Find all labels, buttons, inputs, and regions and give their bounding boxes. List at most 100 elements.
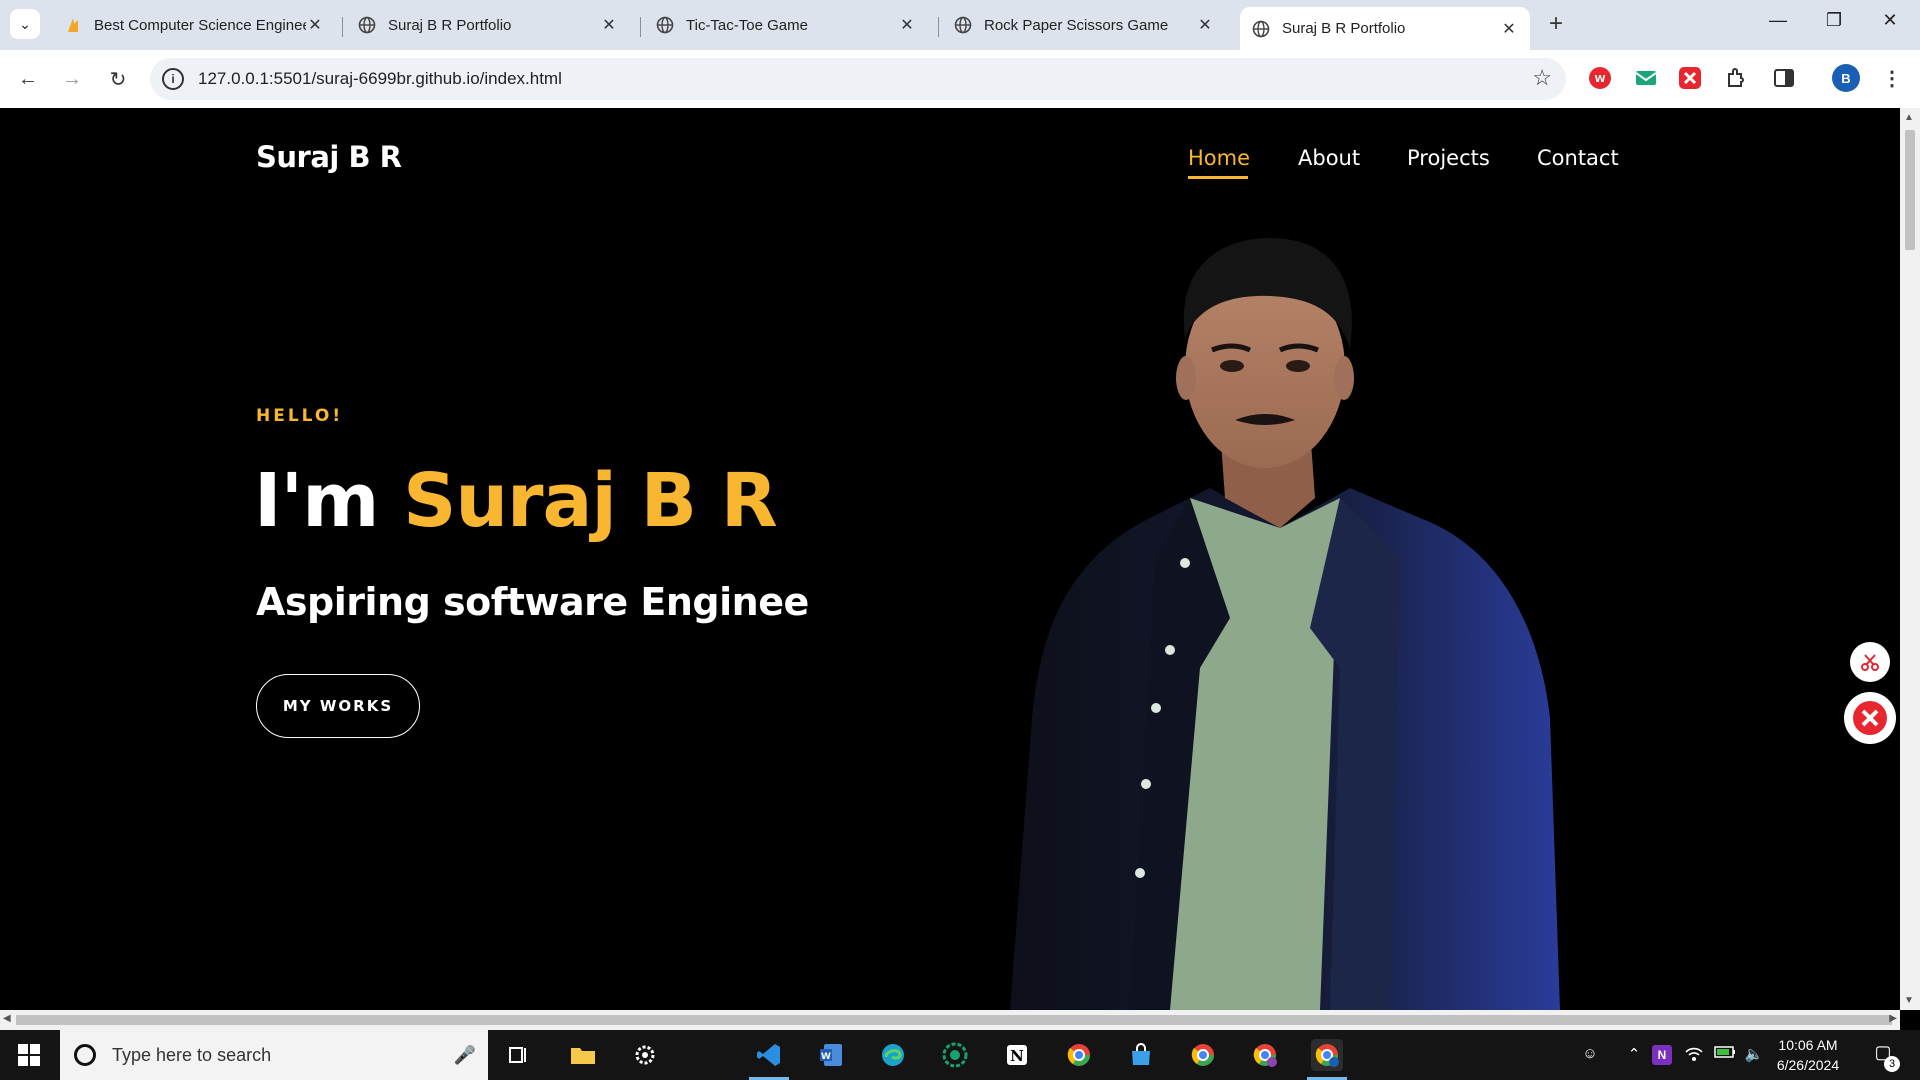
restore-icon[interactable]: ❐ xyxy=(1814,10,1854,31)
task-view-icon[interactable] xyxy=(503,1039,535,1071)
site-info-icon[interactable]: i xyxy=(162,68,184,90)
tab-separator xyxy=(938,17,939,37)
notion-icon[interactable]: N xyxy=(1001,1039,1033,1071)
chrome-profile-b-icon[interactable] xyxy=(1311,1039,1343,1071)
site-logo[interactable]: Suraj B R xyxy=(256,140,402,174)
puzzle-extensions-icon[interactable] xyxy=(1722,64,1750,92)
speaker-icon[interactable]: 🔈 xyxy=(1744,1045,1764,1065)
settings-gear-icon[interactable] xyxy=(629,1039,661,1071)
nav-home[interactable]: Home xyxy=(1188,146,1250,170)
tab-suraj-portfolio-active[interactable]: Suraj B R Portfolio ✕ xyxy=(1240,7,1530,50)
scroll-left-arrow-icon[interactable]: ◀ xyxy=(3,1013,11,1024)
window-close-icon[interactable]: ✕ xyxy=(1870,10,1910,31)
word-icon[interactable]: W xyxy=(815,1039,847,1071)
sidebar-panel-icon[interactable] xyxy=(1770,64,1798,92)
chrome-icon[interactable] xyxy=(1187,1039,1219,1071)
horizontal-scroll-thumb[interactable] xyxy=(16,1015,1892,1025)
headline-name: Suraj B R xyxy=(403,458,778,544)
microphone-icon[interactable]: 🎤 xyxy=(450,1045,480,1066)
notification-badge: 3 xyxy=(1884,1056,1900,1072)
svg-text:W: W xyxy=(821,1052,831,1062)
browser-toolbar: ← → ↻ i 127.0.0.1:5501/suraj-6699br.gith… xyxy=(0,50,1920,108)
profile-avatar[interactable]: B xyxy=(1832,64,1860,92)
scroll-down-arrow-icon[interactable]: ▼ xyxy=(1904,995,1914,1006)
minimize-icon[interactable]: — xyxy=(1758,10,1798,31)
clock-time: 10:06 AM xyxy=(1778,1037,1838,1053)
search-placeholder[interactable]: Type here to search xyxy=(112,1045,450,1066)
notification-center-icon[interactable]: ▢ 3 xyxy=(1868,1042,1900,1072)
profile-photo xyxy=(1010,238,1560,1010)
flame-favicon-icon xyxy=(64,16,82,34)
reload-icon[interactable]: ↻ xyxy=(102,63,134,95)
more-menu-icon[interactable]: ⋮ xyxy=(1878,64,1906,92)
chrome-profile-r-icon[interactable] xyxy=(1063,1039,1095,1071)
onenote-icon[interactable]: N xyxy=(1652,1045,1672,1065)
scissors-tool-button[interactable] xyxy=(1850,642,1890,682)
portfolio-page: Suraj B R Home About Projects Contact HE… xyxy=(0,108,1920,1010)
scroll-right-arrow-icon[interactable]: ▶ xyxy=(1889,1013,1897,1024)
close-icon[interactable]: ✕ xyxy=(898,15,916,35)
chevron-up-icon[interactable]: ⌃ xyxy=(1624,1045,1644,1065)
vertical-scrollbar[interactable]: ▲ ▼ xyxy=(1900,108,1920,1010)
nav-about[interactable]: About xyxy=(1298,146,1360,170)
close-icon[interactable]: ✕ xyxy=(600,15,618,35)
tab-suraj-portfolio[interactable]: Suraj B R Portfolio ✕ xyxy=(346,7,630,43)
xmind-extension-icon[interactable] xyxy=(1676,64,1704,92)
tab-search-button[interactable]: ⌄ xyxy=(10,9,40,39)
svg-text:N: N xyxy=(1010,1047,1024,1065)
address-bar[interactable]: i 127.0.0.1:5501/suraj-6699br.github.io/… xyxy=(150,58,1566,100)
windows-logo-icon xyxy=(18,1044,40,1066)
my-works-button[interactable]: MY WORKS xyxy=(256,674,420,738)
hero-subtitle: Aspiring software Enginee xyxy=(256,580,809,624)
tab-separator xyxy=(640,17,641,37)
horizontal-scrollbar[interactable]: ◀ ▶ xyxy=(0,1010,1900,1030)
close-icon[interactable]: ✕ xyxy=(306,15,324,35)
taskbar-search[interactable]: Type here to search 🎤 xyxy=(60,1030,488,1080)
cortana-icon xyxy=(74,1044,96,1066)
globe-icon xyxy=(656,16,674,34)
scissors-icon xyxy=(1861,654,1879,671)
scroll-up-arrow-icon[interactable]: ▲ xyxy=(1904,112,1914,123)
close-icon[interactable]: ✕ xyxy=(1196,15,1214,35)
bookmark-star-icon[interactable]: ☆ xyxy=(1532,65,1552,91)
tab-rock-paper-scissors[interactable]: Rock Paper Scissors Game ✕ xyxy=(942,7,1226,43)
file-explorer-icon[interactable] xyxy=(567,1039,599,1071)
address-url[interactable]: 127.0.0.1:5501/suraj-6699br.github.io/in… xyxy=(198,69,562,89)
mail-extension-icon[interactable] xyxy=(1632,64,1660,92)
nav-contact[interactable]: Contact xyxy=(1537,146,1619,170)
browser-chrome: ⌄ Best Computer Science Enginee ✕ Suraj … xyxy=(0,0,1920,108)
back-icon[interactable]: ← xyxy=(12,63,44,95)
hero-greeting: HELLO! xyxy=(256,406,344,426)
vscode-icon[interactable] xyxy=(753,1039,785,1071)
start-button[interactable] xyxy=(0,1030,58,1080)
hero-headline: I'm Suraj B R xyxy=(254,458,778,544)
forward-icon[interactable]: → xyxy=(56,63,88,95)
new-tab-button[interactable]: + xyxy=(1542,11,1570,39)
tab-title: Suraj B R Portfolio xyxy=(388,16,512,34)
tab-separator xyxy=(342,17,343,37)
tab-strip: ⌄ Best Computer Science Enginee ✕ Suraj … xyxy=(0,0,1920,50)
taskbar-clock[interactable]: 10:06 AM 6/26/2024 xyxy=(1768,1035,1848,1075)
tab-title: Suraj B R Portfolio xyxy=(1282,20,1406,37)
edge-icon[interactable] xyxy=(877,1039,909,1071)
nav-projects[interactable]: Projects xyxy=(1407,146,1490,170)
people-icon[interactable]: ☺ xyxy=(1580,1045,1600,1065)
windows-taskbar: Type here to search 🎤 W N ☺ ⌃ N 🔈 10:06 … xyxy=(0,1030,1920,1080)
xmind-floating-button[interactable] xyxy=(1844,692,1896,744)
battery-icon[interactable] xyxy=(1714,1045,1735,1065)
wps-extension-icon[interactable]: W xyxy=(1586,64,1614,92)
clock-date: 6/26/2024 xyxy=(1776,1057,1840,1073)
nav-active-underline xyxy=(1188,176,1248,179)
tab-tic-tac-toe[interactable]: Tic-Tac-Toe Game ✕ xyxy=(644,7,928,43)
tab-best-computer-science[interactable]: Best Computer Science Enginee ✕ xyxy=(52,7,336,43)
globe-icon xyxy=(1252,20,1270,38)
screen-recorder-icon[interactable] xyxy=(939,1039,971,1071)
close-icon[interactable]: ✕ xyxy=(1500,19,1518,39)
tab-title: Best Computer Science Enginee xyxy=(94,16,306,34)
chrome-profile-s-icon[interactable] xyxy=(1249,1039,1281,1071)
vertical-scroll-thumb[interactable] xyxy=(1905,130,1915,250)
chevron-down-icon: ⌄ xyxy=(19,15,31,32)
globe-icon xyxy=(358,16,376,34)
wifi-icon[interactable] xyxy=(1684,1045,1704,1065)
store-icon[interactable] xyxy=(1125,1039,1157,1071)
